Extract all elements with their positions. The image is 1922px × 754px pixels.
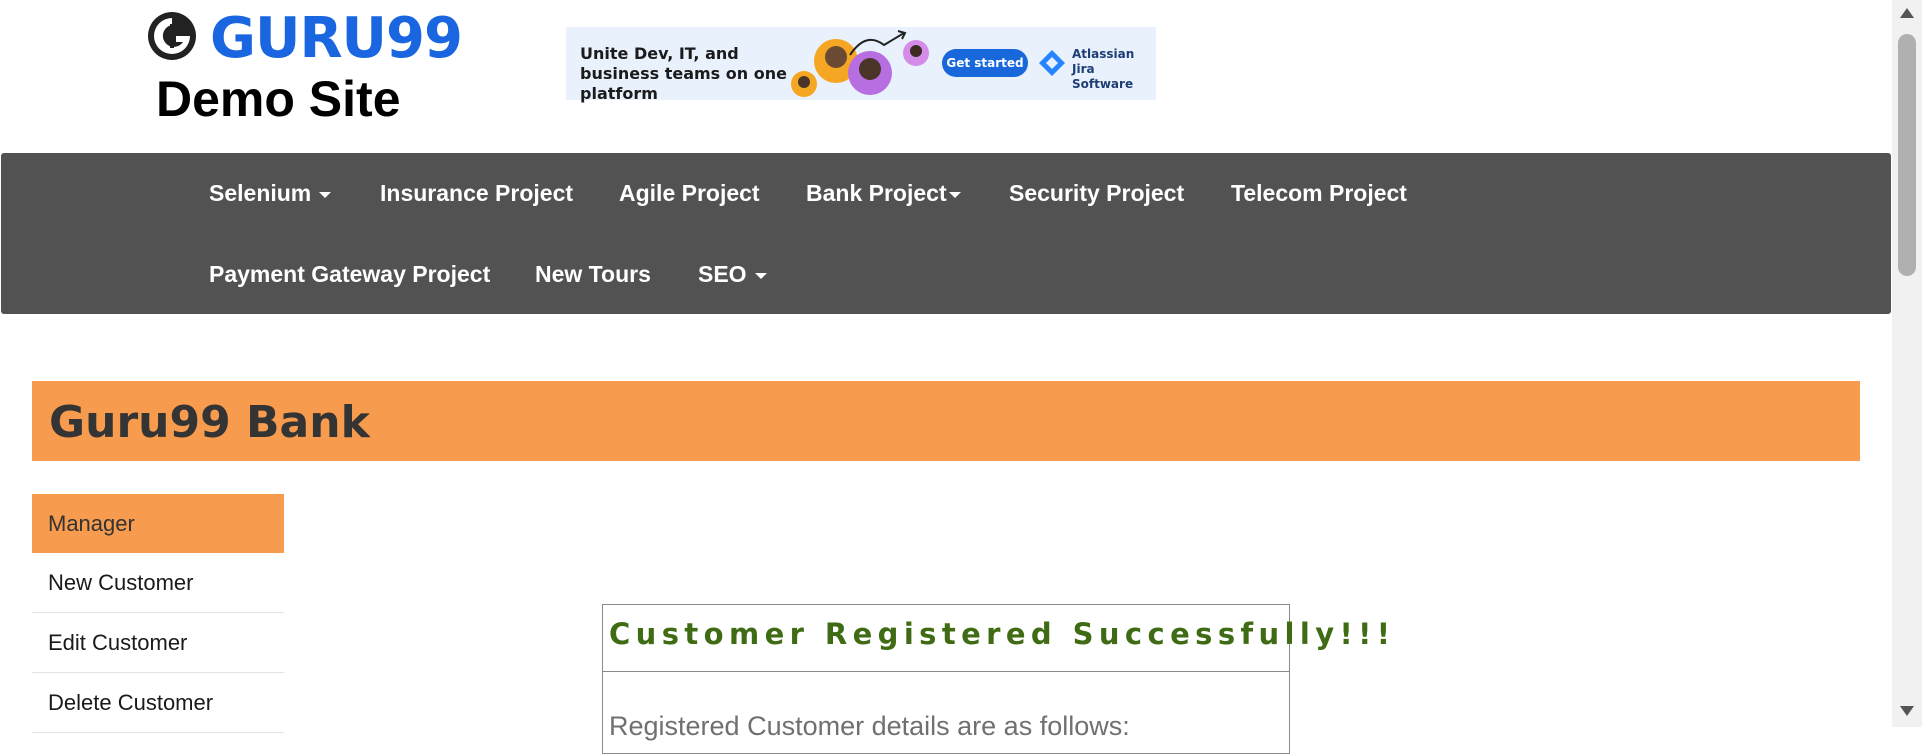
jira-diamond-icon: [1039, 50, 1065, 76]
success-heading: Customer Registered Successfully!!!: [609, 617, 1396, 651]
sidebar-item-edit-customer[interactable]: Edit Customer: [32, 613, 284, 673]
nav-label: Security Project: [1009, 180, 1185, 206]
sidebar-menu: Manager New Customer Edit Customer Delet…: [32, 494, 284, 733]
nav-new-tours[interactable]: New Tours: [535, 261, 651, 288]
nav-insurance-project[interactable]: Insurance Project: [380, 180, 573, 207]
nav-label: Payment Gateway Project: [209, 261, 491, 287]
scroll-thumb[interactable]: [1898, 34, 1916, 276]
chevron-down-icon: [754, 272, 767, 279]
nav-seo[interactable]: SEO: [698, 261, 767, 288]
sidebar-item-delete-customer[interactable]: Delete Customer: [32, 673, 284, 733]
nav-label: SEO: [698, 261, 747, 287]
nav-payment-gateway-project[interactable]: Payment Gateway Project: [209, 261, 490, 288]
nav-selenium[interactable]: Selenium: [209, 180, 332, 207]
sidebar-item-manager[interactable]: Manager: [32, 494, 284, 553]
nav-bank-project[interactable]: Bank Project: [806, 180, 961, 207]
nav-telecom-project[interactable]: Telecom Project: [1231, 180, 1407, 207]
nav-label: Bank Project: [806, 180, 947, 206]
nav-label: Telecom Project: [1231, 180, 1407, 206]
ad-banner[interactable]: Unite Dev, IT, and business teams on one…: [566, 27, 1156, 103]
ad-brand: Atlassian Jira Software: [1038, 45, 1153, 91]
nav-security-project[interactable]: Security Project: [1009, 180, 1184, 207]
customer-result-table: Customer Registered Successfully!!! Regi…: [602, 604, 1390, 754]
bank-header: Guru99 Bank: [32, 381, 1860, 461]
scroll-up-arrow-icon[interactable]: [1900, 8, 1914, 18]
nav-label: New Tours: [535, 261, 651, 287]
chevron-down-icon: [948, 191, 961, 198]
ad-people-illustration: [791, 30, 929, 97]
main-navbar: Selenium Insurance Project Agile Project…: [1, 153, 1891, 314]
sidebar-item-new-customer[interactable]: New Customer: [32, 553, 284, 613]
guru99-logo-icon: [148, 12, 196, 60]
vertical-scrollbar[interactable]: [1892, 0, 1922, 727]
nav-label: Insurance Project: [380, 180, 574, 206]
nav-label: Selenium: [209, 180, 312, 206]
chevron-down-icon: [319, 191, 332, 198]
ad-get-started-button[interactable]: Get started: [942, 49, 1028, 77]
logo-text: GURU99: [210, 6, 463, 71]
scroll-down-arrow-icon[interactable]: [1900, 706, 1914, 716]
nav-agile-project[interactable]: Agile Project: [619, 180, 760, 207]
ad-brand-line1: Atlassian: [1072, 47, 1135, 61]
nav-label: Agile Project: [619, 180, 760, 206]
bank-title: Guru99 Bank: [49, 397, 370, 448]
site-logo[interactable]: GURU99 Demo Site: [144, 6, 463, 127]
site-subtitle: Demo Site: [156, 71, 401, 127]
ad-brand-line2: Jira Software: [1072, 62, 1134, 91]
ad-text: Unite Dev, IT, and business teams on one…: [580, 44, 787, 103]
